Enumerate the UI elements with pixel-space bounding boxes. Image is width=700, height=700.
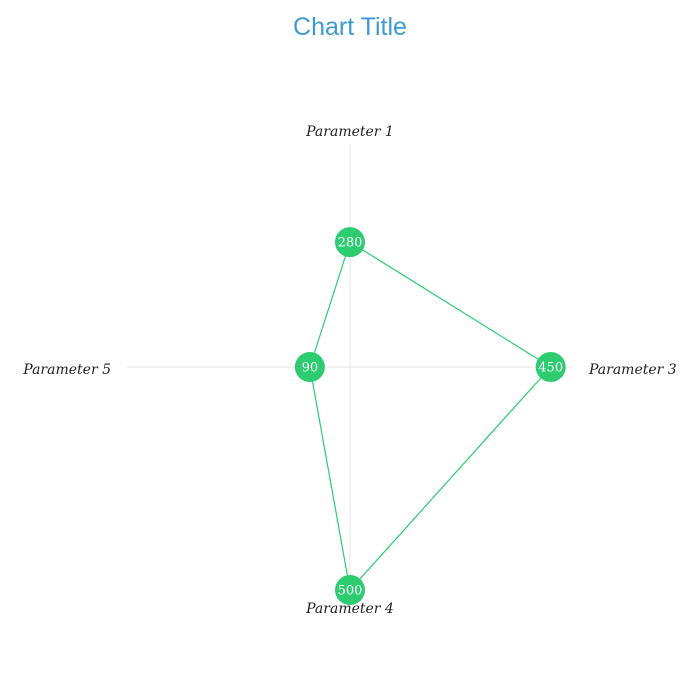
data-points: 280 450 500 90 (294, 227, 566, 605)
radar-chart: Parameter 1Parameter 3Parameter 4Paramet… (22, 124, 677, 617)
series-polygon-group (309, 241, 552, 592)
axis-lines (127, 144, 573, 590)
axis-label-2: Parameter 3 (588, 362, 677, 378)
data-label-4: 90 (302, 361, 319, 376)
axis-label-4: Parameter 5 (22, 362, 111, 378)
data-label-2: 450 (538, 361, 563, 376)
data-label-3: 500 (338, 584, 363, 599)
series-polygon (309, 241, 552, 592)
axis-label-1: Parameter 1 (305, 124, 394, 140)
data-label-1: 280 (338, 236, 363, 251)
